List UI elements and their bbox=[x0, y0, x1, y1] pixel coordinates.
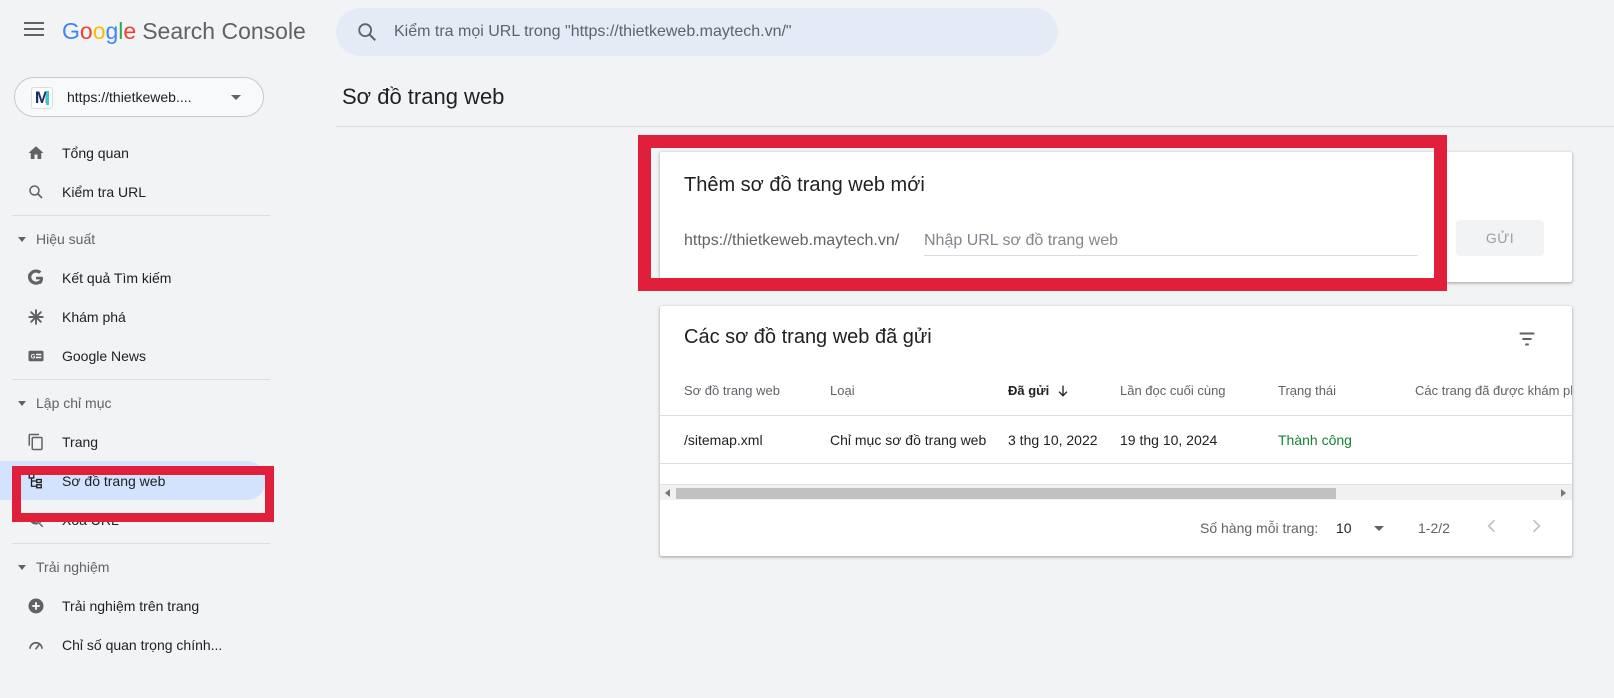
sidebar-item-label: Kiểm tra URL bbox=[62, 183, 147, 200]
collapse-triangle-icon bbox=[18, 400, 26, 406]
logo-letter: o bbox=[92, 18, 106, 44]
divider bbox=[336, 126, 1614, 127]
sidebar-item-label: Google News bbox=[62, 347, 147, 364]
table-row[interactable]: /sitemap.xml Chỉ mục sơ đồ trang web 3 t… bbox=[660, 416, 1572, 464]
cell-last-read: 19 thg 10, 2024 bbox=[1120, 431, 1218, 448]
cell-status: Thành công bbox=[1278, 431, 1352, 448]
search-icon bbox=[26, 182, 46, 202]
sidebar-nav: Tổng quan Kiểm tra URL Hiệu suất Kết quả… bbox=[0, 133, 280, 664]
cell-type: Chỉ mục sơ đồ trang web bbox=[830, 431, 987, 448]
cell-sitemap: /sitemap.xml bbox=[684, 431, 763, 448]
gauge-icon bbox=[26, 635, 46, 655]
product-name: Search Console bbox=[142, 18, 306, 44]
pagination: Số hàng mỗi trang: 10 1-2/2 bbox=[660, 510, 1572, 546]
url-inspection-search[interactable]: Kiểm tra mọi URL trong "https://thietkew… bbox=[336, 8, 1058, 56]
svg-text:G: G bbox=[31, 354, 36, 360]
eye-off-icon bbox=[26, 510, 46, 530]
scroll-left-arrow[interactable] bbox=[665, 489, 670, 497]
arrow-down-icon bbox=[1058, 385, 1068, 397]
logo-letter: e bbox=[123, 18, 137, 44]
property-logo: M bbox=[31, 87, 53, 109]
search-icon bbox=[358, 23, 376, 41]
section-label: Hiệu suất bbox=[36, 231, 96, 247]
column-header[interactable]: Trạng thái bbox=[1278, 366, 1336, 415]
card-title: Thêm sơ đồ trang web mới bbox=[684, 174, 925, 196]
pages-icon bbox=[26, 432, 46, 452]
sidebar-item-page-experience[interactable]: Trải nghiệm trên trang bbox=[0, 586, 280, 625]
logo-letter: g bbox=[105, 18, 119, 44]
sitemaps-table: Sơ đồ trang web Loại Đã gửi Lần đọc cuối… bbox=[660, 366, 1572, 464]
chevron-right-icon[interactable] bbox=[1526, 516, 1546, 539]
horizontal-scrollbar[interactable] bbox=[660, 484, 1572, 500]
section-indexing[interactable]: Lập chỉ mục bbox=[0, 384, 280, 422]
column-header[interactable]: Sơ đồ trang web bbox=[684, 366, 780, 415]
card-title: Các sơ đồ trang web đã gửi bbox=[684, 326, 932, 348]
asterisk-icon bbox=[26, 307, 46, 327]
sidebar-item-discover[interactable]: Khám phá bbox=[0, 297, 280, 336]
property-url: https://thietkeweb.... bbox=[67, 89, 192, 105]
sidebar-item-removals[interactable]: Xóa URL bbox=[0, 500, 280, 539]
sidebar-item-label: Trải nghiệm trên trang bbox=[62, 597, 200, 614]
news-icon: G bbox=[26, 346, 46, 366]
sitemap-url-prefix: https://thietkeweb.maytech.vn/ bbox=[684, 232, 900, 249]
sidebar-item-google-news[interactable]: G Google News bbox=[0, 336, 280, 375]
sidebar-item-url-inspection[interactable]: Kiểm tra URL bbox=[0, 172, 280, 211]
section-performance[interactable]: Hiệu suất bbox=[0, 220, 280, 258]
main-menu-button[interactable] bbox=[24, 22, 44, 36]
sidebar-item-label: Khám phá bbox=[62, 308, 126, 325]
chevron-left-icon[interactable] bbox=[1482, 516, 1502, 539]
rows-per-page-label: Số hàng mỗi trang: bbox=[1200, 520, 1319, 536]
section-experience[interactable]: Trải nghiệm bbox=[0, 548, 280, 586]
menu-bar bbox=[24, 28, 44, 30]
table-header-row: Sơ đồ trang web Loại Đã gửi Lần đọc cuối… bbox=[660, 366, 1572, 416]
collapse-triangle-icon bbox=[18, 564, 26, 570]
property-selector[interactable]: M https://thietkeweb.... bbox=[14, 77, 264, 117]
logo-letter: G bbox=[62, 18, 80, 44]
logo-letter: o bbox=[79, 18, 93, 44]
search-placeholder: Kiểm tra mọi URL trong "https://thietkew… bbox=[394, 23, 792, 40]
plus-circle-icon bbox=[26, 596, 46, 616]
section-label: Trải nghiệm bbox=[36, 559, 110, 575]
sitemap-icon bbox=[26, 471, 46, 491]
submitted-sitemaps-card: Các sơ đồ trang web đã gửi Sơ đồ trang w… bbox=[660, 306, 1572, 556]
sidebar-item-overview[interactable]: Tổng quan bbox=[0, 133, 280, 172]
add-sitemap-card: Thêm sơ đồ trang web mới https://thietke… bbox=[660, 152, 1572, 282]
cell-submitted: 3 thg 10, 2022 bbox=[1008, 431, 1098, 448]
sidebar-item-search-results[interactable]: Kết quả Tìm kiếm bbox=[0, 258, 280, 297]
sidebar-item-label: Sơ đồ trang web bbox=[62, 472, 166, 489]
sidebar-item-label: Trang bbox=[62, 433, 99, 450]
chevron-down-icon bbox=[231, 95, 241, 100]
sidebar-item-label: Tổng quan bbox=[62, 144, 129, 161]
sidebar-item-core-web-vitals[interactable]: Chỉ số quan trọng chính... bbox=[0, 625, 280, 664]
page-range: 1-2/2 bbox=[1418, 520, 1450, 536]
scroll-right-arrow[interactable] bbox=[1561, 489, 1566, 497]
chevron-down-icon[interactable] bbox=[1374, 526, 1384, 531]
divider bbox=[12, 215, 270, 216]
sidebar-item-sitemaps[interactable]: Sơ đồ trang web bbox=[0, 461, 266, 500]
sidebar-item-label: Chỉ số quan trọng chính... bbox=[62, 636, 223, 653]
column-header-sorted[interactable]: Đã gửi bbox=[1008, 366, 1071, 415]
submit-button[interactable]: GỬI bbox=[1456, 220, 1544, 256]
menu-bar bbox=[24, 34, 44, 36]
filter-icon[interactable] bbox=[1516, 328, 1538, 355]
google-g-icon bbox=[26, 268, 46, 288]
sidebar-item-label: Xóa URL bbox=[62, 511, 119, 528]
app-logo[interactable]: Google Search Console bbox=[62, 18, 306, 45]
sidebar-item-pages[interactable]: Trang bbox=[0, 422, 280, 461]
rows-per-page-select[interactable]: 10 bbox=[1336, 520, 1352, 536]
column-header[interactable]: Các trang đã được khám phá bbox=[1415, 366, 1572, 415]
collapse-triangle-icon bbox=[18, 236, 26, 242]
sidebar-item-label: Kết quả Tìm kiếm bbox=[62, 269, 172, 286]
menu-bar bbox=[24, 22, 44, 24]
column-header-label: Đã gửi bbox=[1008, 383, 1050, 398]
section-label: Lập chỉ mục bbox=[36, 395, 112, 411]
column-header[interactable]: Loại bbox=[830, 366, 855, 415]
home-icon bbox=[26, 143, 46, 163]
sitemap-url-input[interactable] bbox=[924, 226, 1418, 256]
scrollbar-thumb[interactable] bbox=[676, 488, 1336, 499]
page-title: Sơ đồ trang web bbox=[342, 84, 505, 109]
divider bbox=[12, 543, 270, 544]
column-header[interactable]: Lần đọc cuối cùng bbox=[1120, 366, 1226, 415]
divider bbox=[12, 379, 270, 380]
